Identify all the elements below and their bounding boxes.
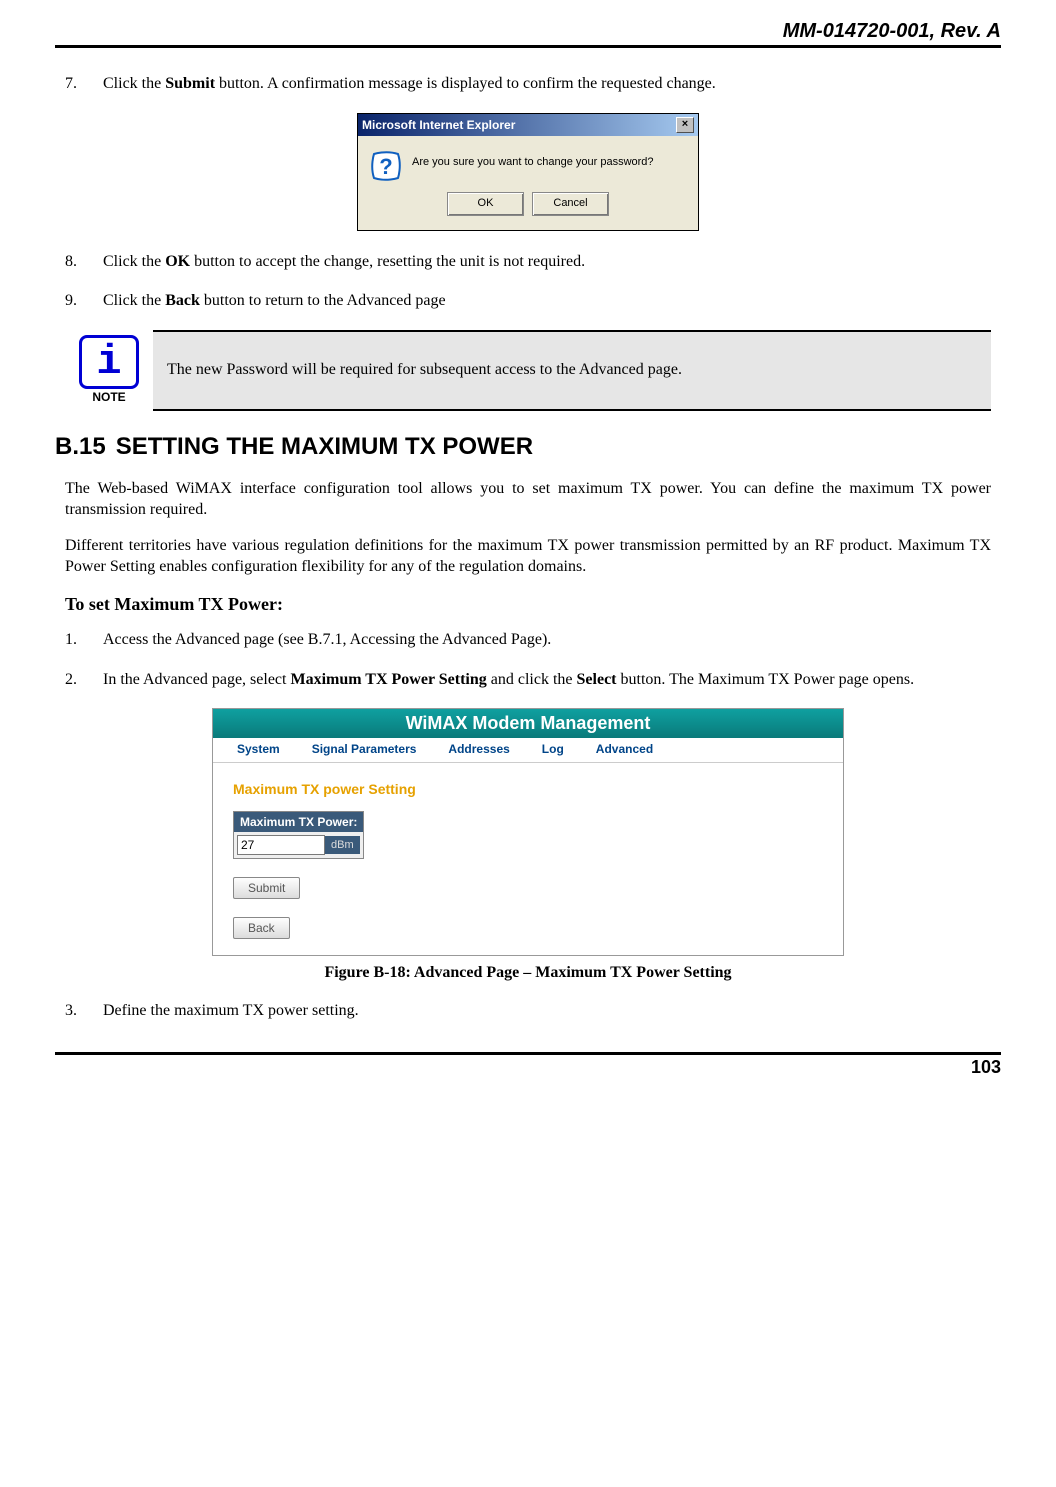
doc-id: MM-014720-001, Rev. A	[783, 20, 1001, 42]
nav-log[interactable]: Log	[542, 742, 564, 756]
section-heading: B.15 SETTING THE MAXIMUM TX POWER	[55, 433, 1001, 461]
section-number: B.15	[55, 433, 106, 461]
dialog-title: Microsoft Internet Explorer	[362, 118, 515, 132]
field-box: Maximum TX Power: dBm	[233, 811, 364, 859]
svg-text:?: ?	[379, 154, 392, 179]
confirm-dialog: Microsoft Internet Explorer × ? Are you …	[357, 113, 699, 231]
step-text: In the Advanced page, select Maximum TX …	[103, 669, 991, 691]
step-num: 7.	[65, 73, 103, 95]
step-text: Define the maximum TX power setting.	[103, 1000, 991, 1022]
app-title: WiMAX Modem Management	[213, 709, 843, 738]
info-icon: i	[79, 335, 139, 389]
step-9: 9. Click the Back button to return to th…	[65, 290, 991, 312]
step-list-b: 1. Access the Advanced page (see B.7.1, …	[65, 629, 991, 690]
step-7: 7. Click the Submit button. A confirmati…	[65, 73, 991, 95]
back-button[interactable]: Back	[233, 917, 290, 939]
nav-system[interactable]: System	[237, 742, 280, 756]
nav-bar: System Signal Parameters Addresses Log A…	[213, 738, 843, 763]
page-heading: Maximum TX power Setting	[233, 781, 823, 797]
section-title: SETTING THE MAXIMUM TX POWER	[116, 433, 533, 461]
step-text: Click the Submit button. A confirmation …	[103, 73, 991, 95]
unit-label: dBm	[325, 836, 360, 854]
screenshot-figure: WiMAX Modem Management System Signal Par…	[65, 708, 991, 956]
note-text: The new Password will be required for su…	[153, 331, 991, 410]
paragraph: Different territories have various regul…	[65, 536, 991, 578]
page-footer: 103	[55, 1052, 1001, 1078]
ok-button[interactable]: OK	[447, 192, 524, 216]
step-text: Access the Advanced page (see B.7.1, Acc…	[103, 629, 991, 651]
step-text: Click the Back button to return to the A…	[103, 290, 991, 312]
confirm-dialog-figure: Microsoft Internet Explorer × ? Are you …	[65, 113, 991, 231]
step-num: 2.	[65, 669, 103, 691]
close-icon[interactable]: ×	[676, 117, 694, 133]
step-b3: 3. Define the maximum TX power setting.	[65, 1000, 991, 1022]
step-b2: 2. In the Advanced page, select Maximum …	[65, 669, 991, 691]
step-num: 9.	[65, 290, 103, 312]
note-box: i NOTE The new Password will be required…	[65, 330, 991, 411]
step-num: 8.	[65, 251, 103, 273]
page-header: MM-014720-001, Rev. A	[55, 20, 1001, 48]
tx-power-input[interactable]	[237, 835, 325, 855]
step-list-b2: 3. Define the maximum TX power setting.	[65, 1000, 991, 1022]
step-list-a2: 8. Click the OK button to accept the cha…	[65, 251, 991, 312]
step-8: 8. Click the OK button to accept the cha…	[65, 251, 991, 273]
page-number: 103	[971, 1057, 1001, 1077]
step-num: 1.	[65, 629, 103, 651]
field-label: Maximum TX Power:	[234, 812, 363, 832]
nav-addresses[interactable]: Addresses	[448, 742, 509, 756]
note-label: NOTE	[79, 390, 139, 404]
sub-heading: To set Maximum TX Power:	[65, 594, 991, 615]
question-icon: ?	[370, 150, 402, 182]
wimax-screenshot: WiMAX Modem Management System Signal Par…	[212, 708, 844, 956]
step-b1: 1. Access the Advanced page (see B.7.1, …	[65, 629, 991, 651]
step-list-a: 7. Click the Submit button. A confirmati…	[65, 73, 991, 95]
cancel-button[interactable]: Cancel	[532, 192, 609, 216]
dialog-titlebar: Microsoft Internet Explorer ×	[358, 114, 698, 136]
nav-signal-parameters[interactable]: Signal Parameters	[312, 742, 417, 756]
step-text: Click the OK button to accept the change…	[103, 251, 991, 273]
paragraph: The Web-based WiMAX interface configurat…	[65, 479, 991, 521]
submit-button[interactable]: Submit	[233, 877, 300, 899]
figure-caption: Figure B-18: Advanced Page – Maximum TX …	[65, 964, 991, 982]
step-num: 3.	[65, 1000, 103, 1022]
nav-advanced[interactable]: Advanced	[596, 742, 653, 756]
dialog-message: Are you sure you want to change your pas…	[412, 150, 654, 168]
